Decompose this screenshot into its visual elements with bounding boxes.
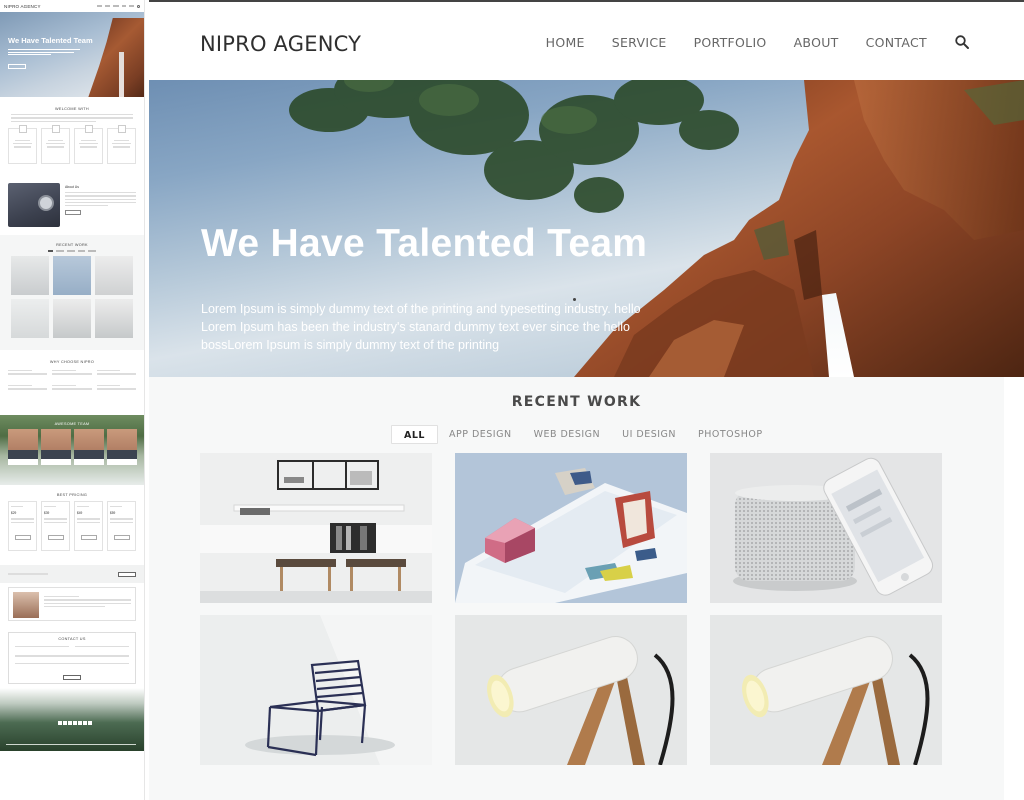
filter-app-design[interactable]: APP DESIGN [438,425,523,444]
thumbnail-feature-box [8,124,37,164]
site-header: NIPRO AGENCY HOME SERVICE PORTFOLIO ABOU… [149,2,1024,80]
thumbnail-team-photo [40,429,71,459]
portfolio-item-shelf[interactable] [200,453,432,603]
filter-web-design[interactable]: WEB DESIGN [523,425,612,444]
thumbnail-pricing-heading: BEST PRICING [56,493,88,497]
search-icon[interactable] [954,34,970,50]
nav-about[interactable]: ABOUT [794,35,839,50]
thumbnail-about-heading: About Us [65,185,79,189]
thumbnail-contact-section: CONTACT US [0,628,144,688]
thumbnail-feature-box [107,124,136,164]
hero-tree-foliage [289,80,739,213]
thumbnail-team-photo [73,429,104,459]
thumbnail-welcome-section: WELCOME WITH [0,97,144,177]
portfolio-item-paper-house[interactable] [455,453,687,603]
nav-contact[interactable]: CONTACT [866,35,927,50]
hero-title: We Have Talented Team [201,222,648,265]
portfolio-filters: ALL APP DESIGN WEB DESIGN UI DESIGN PHOT… [391,425,774,444]
recent-work-title: RECENT WORK [511,394,642,410]
nav-portfolio[interactable]: PORTFOLIO [694,35,767,50]
thumbnail-price: $39 [44,511,50,516]
thumbnail-portfolio-grid [0,255,144,338]
thumbnail-price: $49 [77,511,83,516]
filter-ui-design[interactable]: UI DESIGN [611,425,687,444]
nav-home[interactable]: HOME [546,35,585,50]
thumbnail-hero-button [8,64,26,69]
thumbnail-filters [0,250,144,252]
thumbnail-team-section: AWESOME TEAM [0,415,144,485]
thumbnail-welcome-heading: WELCOME WITH [55,107,89,111]
thumbnail-contact-heading: CONTACT US [58,637,86,641]
thumbnail-menu [97,4,140,8]
thumbnail-feature-boxes [8,124,136,164]
thumbnail-feature-box [74,124,103,164]
thumbnail-recent-work: RECENT WORK [0,235,144,350]
thumbnail-price: $29 [11,511,17,516]
thumbnail-team-heading: AWESOME TEAM [54,422,90,426]
filter-all[interactable]: ALL [391,425,438,444]
portfolio-item-wire-chair[interactable] [200,615,432,765]
thumbnail-footer [0,688,144,751]
thumbnail-welcome-text [11,114,133,122]
thumbnail-cta-bar [0,565,144,583]
nav-service[interactable]: SERVICE [612,35,667,50]
filter-photoshop[interactable]: PHOTOSHOP [687,425,774,444]
thumbnail-team-photo [7,429,38,459]
page-thumbnail: NIPRO AGENCY We Have Talented Team WELCO… [0,0,145,800]
main-nav: HOME SERVICE PORTFOLIO ABOUT CONTACT [546,34,970,50]
thumbnail-about-image [8,183,60,227]
thumbnail-hero-title: We Have Talented Team [8,36,93,45]
portfolio-item-speaker-phone[interactable] [710,453,942,603]
portfolio-item-lamp-2[interactable] [710,615,942,765]
thumbnail-hero-text [8,48,80,57]
thumbnail-feature-box [41,124,70,164]
thumbnail-why-heading: WHY CHOOSE NIPRO [49,360,95,364]
recent-work-section: RECENT WORK ALL APP DESIGN WEB DESIGN UI… [149,377,1004,800]
thumbnail-why-section: WHY CHOOSE NIPRO [0,350,144,415]
thumbnail-team-photo [106,429,137,459]
thumbnail-about-section: About Us [0,177,144,235]
hero-banner: We Have Talented Team Lorem Ipsum is sim… [149,80,1024,377]
thumbnail-navbar: NIPRO AGENCY [0,0,144,12]
thumbnail-recent-heading: RECENT WORK [56,243,88,247]
page-preview: NIPRO AGENCY HOME SERVICE PORTFOLIO ABOU… [149,0,1024,800]
thumbnail-pricing-section: BEST PRICING $29 $39 $49 $59 [0,485,144,565]
slider-dot[interactable] [573,298,576,301]
portfolio-item-lamp[interactable] [455,615,687,765]
hero-text: Lorem Ipsum is simply dummy text of the … [201,302,641,352]
brand-logo[interactable]: NIPRO AGENCY [200,32,361,56]
thumbnail-testimonial [0,583,144,628]
thumbnail-price: $59 [110,511,116,516]
thumbnail-brand: NIPRO AGENCY [4,3,41,9]
thumbnail-hero: We Have Talented Team [0,12,144,97]
